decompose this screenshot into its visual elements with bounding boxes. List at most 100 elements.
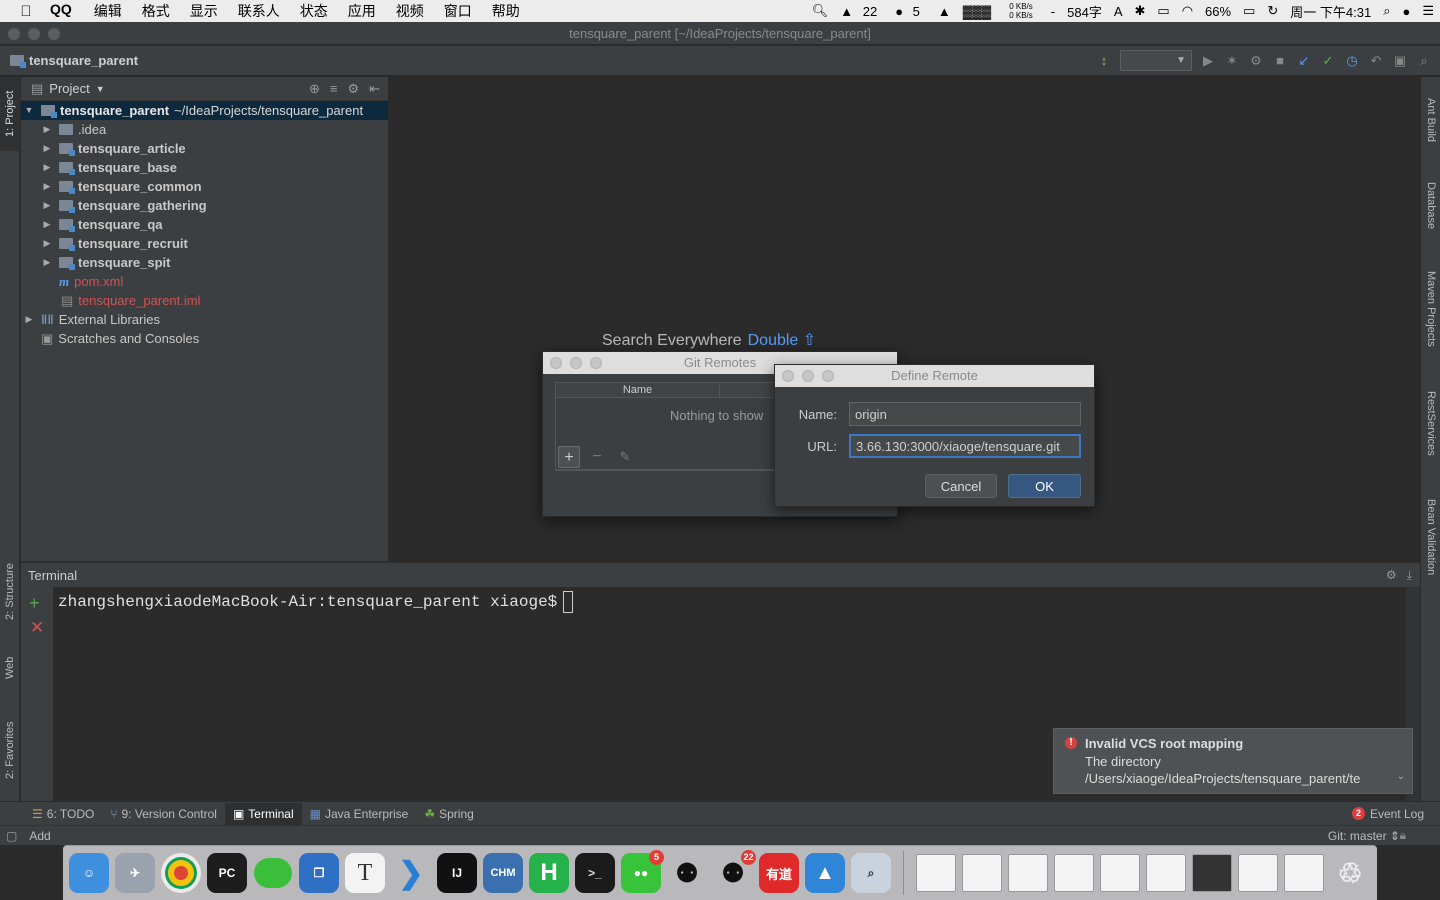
run-icon[interactable]: ▶ xyxy=(1200,53,1216,69)
chevron-down-icon[interactable]: ▼ xyxy=(96,84,105,94)
wifi-icon[interactable]: ◠ xyxy=(1176,3,1199,19)
tree-item-qa[interactable]: ▶ tensquare_qa xyxy=(21,215,388,234)
chevron-down-icon[interactable]: ⌄ xyxy=(1397,771,1405,782)
tree-root[interactable]: ▼ tensquare_parent ~/IdeaProjects/tensqu… xyxy=(21,101,388,120)
youdao-icon[interactable]: 有道 xyxy=(759,853,799,893)
tree-item-iml[interactable]: ▤ tensquare_parent.iml xyxy=(21,291,388,310)
screenshot-app-icon[interactable]: ❐ xyxy=(299,853,339,893)
add-remote-button[interactable]: + xyxy=(558,445,580,468)
close-window-button[interactable] xyxy=(8,28,20,40)
menu-view[interactable]: 显示 xyxy=(180,1,228,21)
airplay-icon[interactable]: ▭ xyxy=(1151,3,1175,19)
tab-structure[interactable]: 2: Structure xyxy=(0,547,20,637)
qq-status-icon[interactable]: ▲ 22 xyxy=(834,4,889,19)
chm-reader-icon[interactable]: CHM xyxy=(483,853,523,893)
locate-icon[interactable]: ⊕ xyxy=(309,81,320,97)
minimized-window-9[interactable] xyxy=(1284,854,1324,892)
hide-panel-icon[interactable]: ⇤ xyxy=(369,81,380,97)
new-session-icon[interactable]: + xyxy=(29,593,40,614)
vcs-update-icon[interactable]: ↙ xyxy=(1296,53,1312,69)
siri-icon[interactable]: ● xyxy=(1396,4,1416,19)
launchpad-icon[interactable]: ✈ xyxy=(115,853,155,893)
zoom-window-button[interactable] xyxy=(48,28,60,40)
collapsed-arrow-icon[interactable]: ▶ xyxy=(41,158,53,177)
breadcrumb[interactable]: tensquare_parent xyxy=(10,53,138,68)
chrome-icon[interactable] xyxy=(161,853,201,893)
menu-contacts[interactable]: 联系人 xyxy=(228,1,290,21)
collapsed-arrow-icon[interactable]: ▶ xyxy=(23,310,35,329)
wechat-status-icon[interactable]: ● 5 xyxy=(889,4,932,19)
minimize-dialog-button[interactable] xyxy=(570,357,582,369)
tree-item-common[interactable]: ▶ tensquare_common xyxy=(21,177,388,196)
run-config-select[interactable]: ▼ xyxy=(1120,50,1192,71)
tab-rest-services[interactable]: RestServices xyxy=(1421,377,1440,469)
ok-button[interactable]: OK xyxy=(1008,474,1081,498)
tool-windows-toggle-icon[interactable]: ▢ xyxy=(6,829,17,843)
typora-icon[interactable]: T xyxy=(345,853,385,893)
terminal-app-icon[interactable]: >_ xyxy=(575,853,615,893)
collapsed-arrow-icon[interactable]: ▶ xyxy=(41,234,53,253)
menu-edit[interactable]: 编辑 xyxy=(84,1,132,21)
snowflake-app-icon[interactable] xyxy=(253,853,293,893)
zoom-dialog-button[interactable] xyxy=(822,370,834,382)
wechat-icon[interactable]: ●● 5 xyxy=(621,850,664,893)
battery-percent[interactable]: 66% xyxy=(1199,4,1237,19)
menu-video[interactable]: 视频 xyxy=(386,1,434,21)
datetime[interactable]: 周一 下午4:31 xyxy=(1284,2,1377,21)
menu-format[interactable]: 格式 xyxy=(132,1,180,21)
qq-icon[interactable]: ⚉ xyxy=(667,853,707,893)
build-icon[interactable]: ↕ xyxy=(1096,53,1112,68)
tab-spring[interactable]: ☘ Spring xyxy=(416,803,481,825)
sync-icon[interactable]: ↻ xyxy=(1261,3,1284,19)
tree-item-external-libraries[interactable]: ▶ ⅡⅡ External Libraries xyxy=(21,310,388,329)
close-dialog-button[interactable] xyxy=(782,370,794,382)
trash-icon[interactable]: ♲ xyxy=(1330,853,1370,893)
qq-2-icon[interactable]: ⚉ 22 xyxy=(713,850,756,893)
input-source-icon[interactable]: A xyxy=(1108,4,1129,19)
tab-web[interactable]: Web xyxy=(0,643,20,693)
column-name[interactable]: Name xyxy=(556,383,720,397)
tab-todo[interactable]: ☰ 6: TODO xyxy=(24,803,102,825)
menu-app-name[interactable]: QQ xyxy=(40,1,84,21)
menu-window[interactable]: 窗口 xyxy=(434,1,482,21)
gear-icon[interactable]: ⚙ xyxy=(1386,568,1397,583)
spotlight-icon[interactable]: ⌕ xyxy=(1377,3,1396,19)
minimized-window-8[interactable] xyxy=(1238,854,1278,892)
tab-maven-projects[interactable]: Maven Projects xyxy=(1421,259,1440,359)
collapsed-arrow-icon[interactable]: ▶ xyxy=(41,196,53,215)
vcs-commit-icon[interactable]: ✓ xyxy=(1320,53,1336,69)
collapse-all-icon[interactable]: ≡ xyxy=(330,81,338,97)
breadcrumb-project[interactable]: tensquare_parent xyxy=(29,53,138,68)
menu-help[interactable]: 帮助 xyxy=(482,1,530,21)
coverage-icon[interactable]: ⚙ xyxy=(1248,53,1264,69)
project-view-selector[interactable]: Project xyxy=(49,81,89,96)
tree-item-pom[interactable]: m pom.xml xyxy=(21,272,388,291)
tree-item-base[interactable]: ▶ tensquare_base xyxy=(21,158,388,177)
project-structure-icon[interactable]: ▣ xyxy=(1392,53,1408,69)
tab-version-control[interactable]: ⑂ 9: Version Control xyxy=(102,803,225,825)
close-dialog-button[interactable] xyxy=(550,357,562,369)
tab-project[interactable]: 1: Project xyxy=(0,77,20,151)
tree-item-spit[interactable]: ▶ tensquare_spit xyxy=(21,253,388,272)
menu-apps[interactable]: 应用 xyxy=(338,1,386,21)
tab-bean-validation[interactable]: Bean Validation xyxy=(1421,487,1440,587)
search-bubble-icon[interactable]: 🔍︎ xyxy=(806,3,835,19)
tab-favorites[interactable]: 2: Favorites xyxy=(0,705,20,795)
tab-terminal[interactable]: ▣ Terminal xyxy=(224,802,302,825)
tree-item-article[interactable]: ▶ tensquare_article xyxy=(21,139,388,158)
remote-url-input[interactable] xyxy=(849,434,1081,458)
close-session-icon[interactable]: ✕ xyxy=(30,618,44,638)
minimized-window-6[interactable] xyxy=(1146,854,1186,892)
minimize-dialog-button[interactable] xyxy=(802,370,814,382)
search-everywhere-icon[interactable]: ⌕ xyxy=(1416,53,1432,69)
gear-icon[interactable]: ⚙ xyxy=(347,81,359,97)
tab-java-enterprise[interactable]: ▦ Java Enterprise xyxy=(302,803,417,825)
tree-item-recruit[interactable]: ▶ tensquare_recruit xyxy=(21,234,388,253)
vcs-revert-icon[interactable]: ↶ xyxy=(1368,53,1384,69)
expanded-arrow-icon[interactable]: ▼ xyxy=(23,101,35,120)
cancel-button[interactable]: Cancel xyxy=(925,474,997,498)
collapsed-arrow-icon[interactable]: ▶ xyxy=(41,120,53,139)
collapsed-arrow-icon[interactable]: ▶ xyxy=(41,215,53,234)
stop-icon[interactable]: ■ xyxy=(1272,53,1288,68)
finder-icon[interactable]: ☺ xyxy=(69,853,109,893)
